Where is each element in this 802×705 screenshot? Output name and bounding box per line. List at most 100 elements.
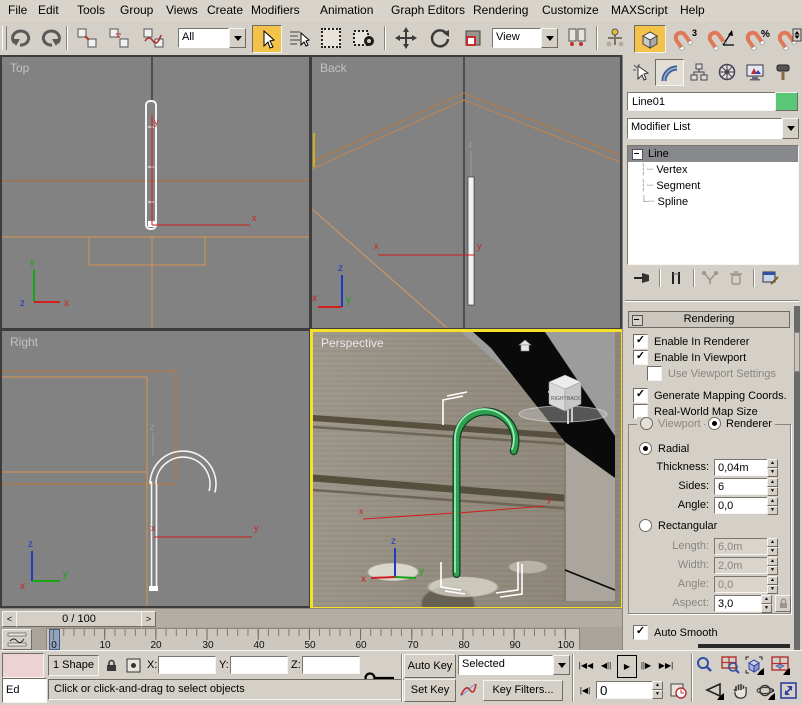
rectangular-selection-region-button[interactable] [318,26,344,50]
mini-listener-field[interactable]: Ed [2,678,47,703]
macro-recorder-field[interactable] [2,653,44,678]
viewport-right-label[interactable]: Right [10,335,38,349]
menu-create[interactable]: Create [207,3,243,17]
zoom-extents-button[interactable] [744,655,764,675]
track-bar-ruler[interactable]: 0 10 20 30 40 50 60 70 80 90 100 [46,628,580,651]
viewcube-back-face[interactable]: BACK [567,396,581,402]
configure-modifier-sets-button[interactable] [759,267,783,289]
checkbox-enable-in-viewport[interactable]: Enable In Viewport [633,350,746,365]
angle-snap-toggle-button[interactable] [706,26,738,52]
scrollbar-thumb[interactable] [794,332,800,372]
bind-to-space-warp-button[interactable] [140,26,168,50]
angle2-spinner[interactable]: ▲▼ [767,576,778,593]
select-by-name-button[interactable] [286,26,312,50]
checkbox-use-viewport-settings[interactable]: Use Viewport Settings [647,366,776,381]
select-and-link-button[interactable] [74,26,100,50]
zoom-all-button[interactable] [720,655,740,675]
radio-icon[interactable] [639,519,652,532]
collapse-minus-icon[interactable] [632,149,643,160]
menu-file[interactable]: File [8,3,27,17]
menu-animation[interactable]: Animation [320,3,373,17]
thickness-field[interactable] [714,459,770,476]
modifier-list-arrow[interactable] [782,118,799,139]
modifier-list-dropdown[interactable]: Modifier List [627,118,799,139]
toolbar-grip[interactable] [2,26,7,50]
sides-spinner[interactable]: ▲▼ [767,478,778,495]
show-end-result-button[interactable] [665,267,687,289]
menu-graph-editors[interactable]: Graph Editors [391,3,465,17]
angle-spinner[interactable]: ▲▼ [767,497,778,514]
angle2-field[interactable] [714,576,770,593]
open-mini-curve-editor-button[interactable] [2,629,32,650]
default-tangent-button[interactable] [457,680,479,700]
checkbox-icon[interactable] [633,350,648,365]
radio-radial[interactable]: Radial [639,442,689,455]
menu-tools[interactable]: Tools [77,3,105,17]
next-frame-button[interactable]: ||▶ [637,656,655,676]
thickness-spinner[interactable]: ▲▼ [767,459,778,476]
viewport-top[interactable]: y x y x z Top [2,57,309,328]
x-coord-field[interactable] [158,656,216,674]
checkbox-generate-mapping-coords[interactable]: Generate Mapping Coords. [633,388,787,403]
rollout-scrollbar[interactable] [794,306,800,650]
viewport-back[interactable]: z x y z x y Back [312,57,620,328]
current-frame-field[interactable] [596,681,654,699]
viewport-perspective-label[interactable]: Perspective [321,336,384,350]
redo-button[interactable] [38,26,62,50]
time-configuration-button[interactable] [668,681,688,700]
tab-create[interactable] [627,59,654,84]
viewport-top-label[interactable]: Top [10,61,29,75]
viewcube-right-face[interactable]: RIGHT [551,396,567,402]
z-coord-field[interactable] [302,656,360,674]
checkbox-enable-in-renderer[interactable]: Enable In Renderer [633,334,749,349]
checkbox-icon[interactable] [633,388,648,403]
checkbox-icon[interactable] [647,366,662,381]
field-of-view-button[interactable] [704,680,724,700]
previous-frame-button[interactable]: ◀|| [597,656,615,676]
arc-rotate-button[interactable] [755,680,775,700]
select-and-rotate-button[interactable] [426,26,454,50]
radio-icon[interactable] [708,417,721,430]
stack-item-spline[interactable]: └┄ Spline [628,194,798,210]
undo-button[interactable] [10,26,34,50]
length-field[interactable] [714,538,770,555]
width-field[interactable] [714,557,770,574]
reference-coordsys-dropdown[interactable]: View [492,28,558,48]
spline-right-view[interactable] [150,451,216,588]
radio-icon[interactable] [640,417,653,430]
aspect-lock-button[interactable] [775,595,791,612]
aspect-field[interactable] [714,595,764,612]
radio-rectangular[interactable]: Rectangular [639,519,717,532]
tab-motion[interactable] [713,59,740,84]
set-key-button[interactable]: Set Key [404,679,456,702]
y-coord-field[interactable] [230,656,288,674]
object-name-field[interactable] [627,92,777,111]
stack-item-segment[interactable]: ┆┄ Segment [628,178,798,194]
menu-edit[interactable]: Edit [38,3,59,17]
menu-rendering[interactable]: Rendering [473,3,528,17]
menu-maxscript[interactable]: MAXScript [611,3,668,17]
spline-back-view[interactable] [468,177,474,305]
frame-spinner[interactable]: ▲▼ [652,681,663,699]
radio-renderer[interactable]: Renderer [705,417,775,430]
checkbox-auto-smooth[interactable]: Auto Smooth [633,625,718,640]
maximize-viewport-toggle-button[interactable] [778,680,798,700]
time-slider-handle[interactable]: 0 / 100 [16,611,142,627]
auto-key-button[interactable]: Auto Key [404,654,456,678]
rendering-rollout-header[interactable]: Rendering [628,311,790,328]
unlink-selection-button[interactable] [106,26,132,50]
go-to-end-button[interactable]: ▶▶| [657,656,675,676]
viewport-back-label[interactable]: Back [320,61,347,75]
go-to-start-button[interactable]: |◀◀ [577,656,595,676]
tab-modify[interactable] [655,59,684,86]
menu-group[interactable]: Group [120,3,153,17]
tab-display[interactable] [741,59,768,84]
menu-help[interactable]: Help [680,3,705,17]
pin-stack-button[interactable] [631,267,653,289]
key-mode-toggle-button[interactable]: |◀| [577,681,593,700]
window-crossing-button[interactable] [350,26,378,50]
key-mode-arrow[interactable] [553,655,570,675]
selection-filter-arrow[interactable] [229,28,246,48]
play-button[interactable]: ▶ [617,655,637,678]
select-object-button[interactable] [252,25,282,53]
